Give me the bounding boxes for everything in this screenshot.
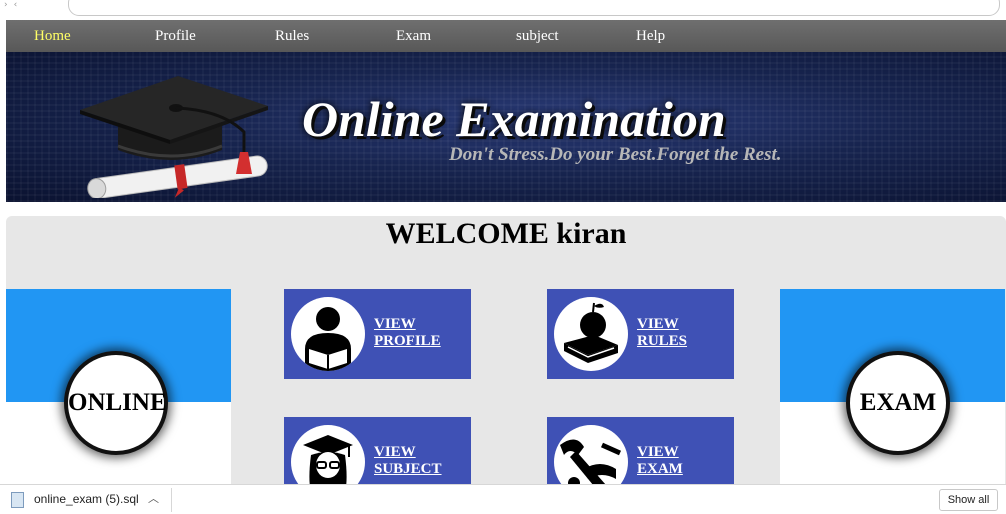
view-subject-tile[interactable]: VIEW SUBJECT bbox=[284, 417, 471, 484]
nav-rules[interactable]: Rules bbox=[275, 20, 309, 52]
view-rules-tile[interactable]: VIEW RULES bbox=[547, 289, 734, 379]
view-rules-line2: RULES bbox=[637, 333, 688, 349]
main-panel: WELCOME kiran ONLINE EXAM VIEW PROFILE V… bbox=[6, 216, 1006, 484]
view-rules-link[interactable]: VIEW RULES bbox=[637, 316, 687, 350]
browser-toolbar: ›‹ bbox=[0, 0, 1006, 20]
exam-badge: EXAM bbox=[846, 351, 950, 455]
view-profile-line1: VIEW bbox=[374, 316, 416, 332]
view-exam-line2: EXAM bbox=[637, 461, 683, 477]
view-profile-link[interactable]: VIEW PROFILE bbox=[374, 316, 441, 350]
view-exam-line1: VIEW bbox=[637, 444, 679, 460]
view-exam-link[interactable]: VIEW EXAM bbox=[637, 444, 683, 478]
browser-nav-icons: ›‹ bbox=[4, 0, 24, 10]
download-bar: online_exam (5).sql ︿ Show all bbox=[0, 484, 1006, 514]
reader-person-icon bbox=[291, 297, 365, 371]
graduate-student-icon bbox=[291, 425, 365, 484]
chevron-up-icon[interactable]: ︿ bbox=[148, 485, 159, 514]
view-subject-link[interactable]: VIEW SUBJECT bbox=[374, 444, 442, 478]
online-badge: ONLINE bbox=[64, 351, 168, 455]
welcome-heading: WELCOME kiran bbox=[385, 217, 627, 250]
file-icon bbox=[11, 492, 24, 508]
apple-on-books-icon bbox=[554, 297, 628, 371]
exam-icon bbox=[554, 425, 628, 484]
banner-title: Online Examination bbox=[302, 91, 726, 147]
left-decor-block: ONLINE bbox=[6, 289, 231, 484]
download-divider bbox=[171, 488, 172, 512]
nav-help[interactable]: Help bbox=[636, 20, 665, 52]
view-subject-line2: SUBJECT bbox=[374, 461, 442, 477]
download-file-name[interactable]: online_exam (5).sql bbox=[34, 485, 139, 514]
view-rules-line1: VIEW bbox=[637, 316, 679, 332]
right-decor-block: EXAM bbox=[780, 289, 1005, 484]
view-exam-tile[interactable]: VIEW EXAM bbox=[547, 417, 734, 484]
banner-tagline: Don't Stress.Do your Best.Forget the Res… bbox=[449, 144, 782, 165]
address-bar[interactable] bbox=[68, 0, 1000, 16]
view-profile-tile[interactable]: VIEW PROFILE bbox=[284, 289, 471, 379]
top-navbar: Home Profile Rules Exam subject Help bbox=[6, 20, 1006, 52]
nav-home[interactable]: Home bbox=[34, 20, 71, 52]
nav-subject[interactable]: subject bbox=[516, 20, 559, 52]
show-all-button[interactable]: Show all bbox=[939, 489, 998, 511]
nav-exam[interactable]: Exam bbox=[396, 20, 431, 52]
nav-profile[interactable]: Profile bbox=[155, 20, 196, 52]
header-banner: Online Examination Don't Stress.Do your … bbox=[6, 52, 1006, 202]
graduation-cap-diploma-icon bbox=[80, 76, 268, 198]
view-subject-line1: VIEW bbox=[374, 444, 416, 460]
view-profile-line2: PROFILE bbox=[374, 333, 441, 349]
